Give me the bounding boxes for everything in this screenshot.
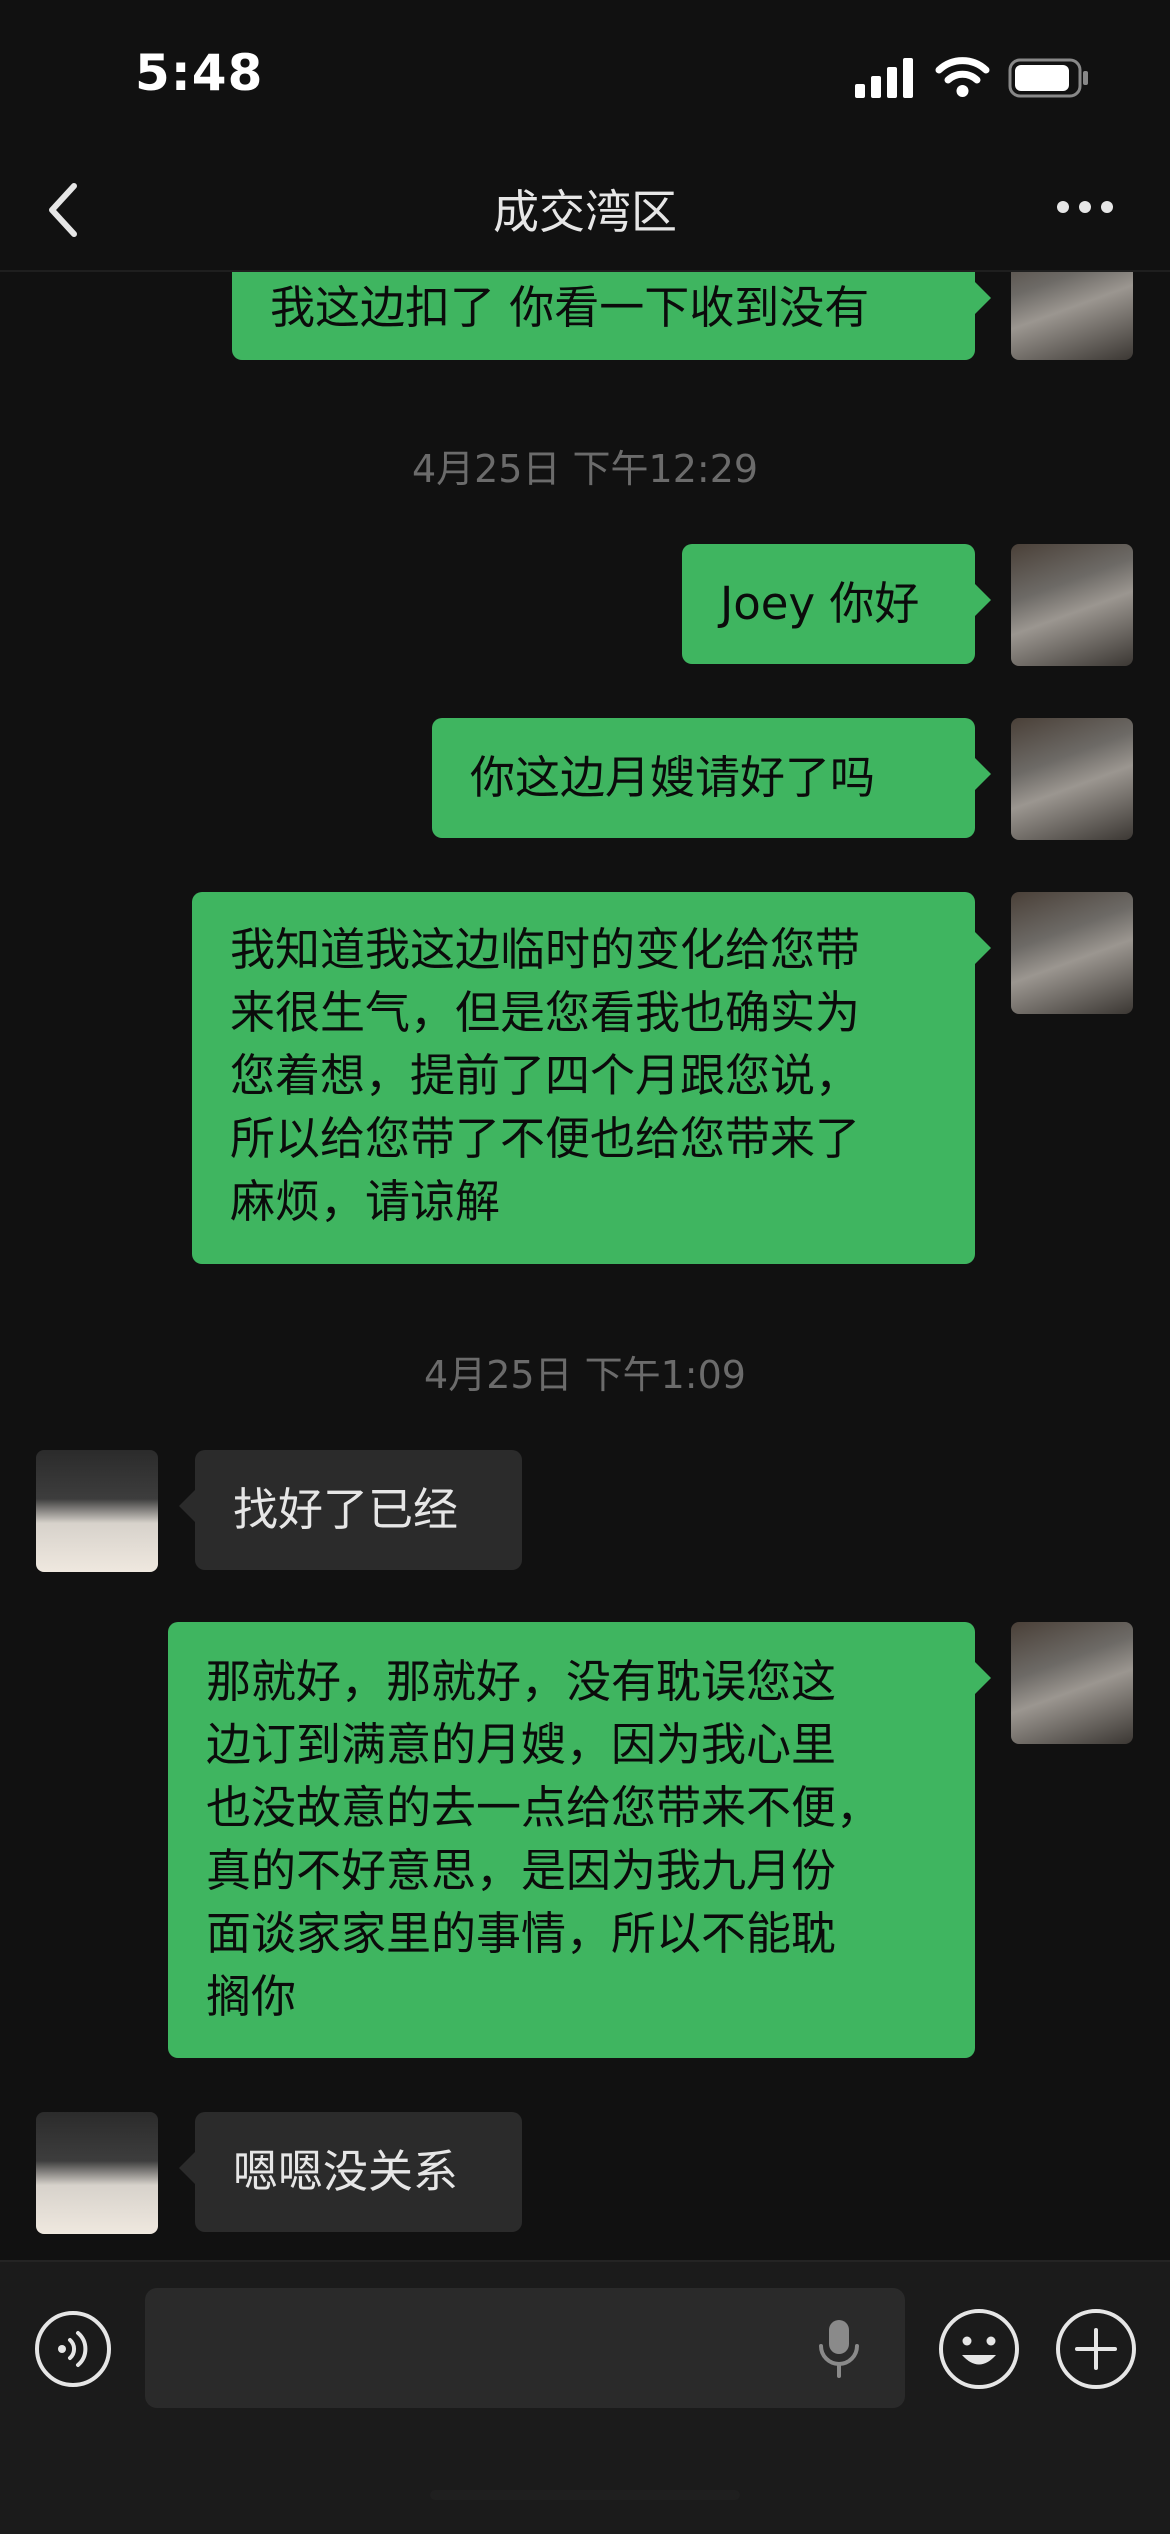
avatar-other[interactable] <box>36 1450 158 1572</box>
avatar-self[interactable] <box>1011 892 1133 1014</box>
message-bubble-other[interactable]: 找好了已经 <box>179 1450 522 1570</box>
avatar-other[interactable] <box>36 2112 158 2234</box>
chat-title: 成交湾区 <box>493 185 677 239</box>
avatar-self[interactable] <box>1011 1622 1133 1744</box>
avatar-self[interactable] <box>1011 718 1133 840</box>
wifi-icon <box>935 57 990 97</box>
message-list[interactable]: 我这边扣了 你看一下收到没有 4月25日 下午12:29 Joey 你好 你这边… <box>0 272 1170 2260</box>
cellular-signal-icon <box>855 58 913 98</box>
message-bubble-self[interactable]: 我知道我这边临时的变化给您带 来很生气，但是您看我也确实为 您着想，提前了四个月… <box>192 892 991 1264</box>
message-bubble-self[interactable]: 我这边扣了 你看一下收到没有 <box>232 272 991 360</box>
voice-icon[interactable] <box>34 2310 112 2388</box>
mic-icon[interactable] <box>815 2318 863 2378</box>
message-bubble-self[interactable]: 你这边月嫂请好了吗 <box>432 718 991 838</box>
avatar-self[interactable] <box>1011 544 1133 666</box>
message-bubble-self[interactable]: Joey 你好 <box>682 544 991 664</box>
avatar-self[interactable] <box>1011 272 1133 360</box>
message-input[interactable] <box>145 2288 905 2408</box>
emoji-icon[interactable] <box>938 2308 1020 2390</box>
status-bar: 5:48 <box>0 0 1170 150</box>
message-bubble-other[interactable]: 嗯嗯没关系 <box>179 2112 522 2232</box>
plus-icon[interactable] <box>1055 2308 1137 2390</box>
home-indicator <box>430 2490 740 2500</box>
battery-icon <box>1008 58 1088 98</box>
timestamp: 4月25日 下午12:29 <box>411 447 759 491</box>
timestamp: 4月25日 下午1:09 <box>424 1353 746 1397</box>
status-time: 5:48 <box>135 44 264 102</box>
message-bubble-self[interactable]: 那就好，那就好，没有耽误您这 边订到满意的月嫂，因为我心里 也没故意的去一点给您… <box>168 1622 991 2058</box>
more-dots-icon[interactable] <box>1055 197 1115 217</box>
